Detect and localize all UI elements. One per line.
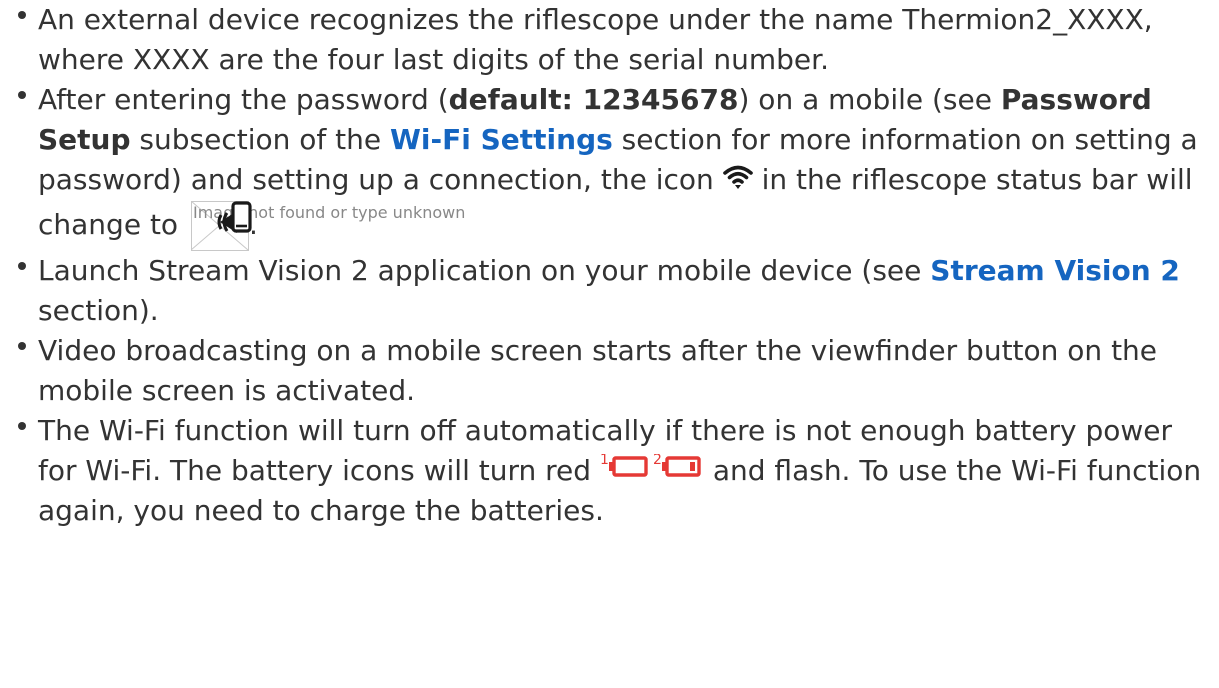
list-item: After entering the password (default: 12… (0, 80, 1219, 251)
instruction-list: An external device recognizes the rifles… (0, 0, 1219, 531)
default-password: default: 12345678 (448, 83, 739, 116)
broken-image-placeholder: Image not found or type unknown (190, 201, 465, 251)
item-text: Launch Stream Vision 2 application on yo… (38, 254, 931, 287)
item-text: Video broadcasting on a mobile screen st… (38, 334, 1158, 407)
battery-low-icon: 1 2 (600, 452, 704, 483)
wifi-icon (722, 161, 753, 201)
wifi-settings-link[interactable]: Wi-Fi Settings (390, 123, 613, 156)
item-text: An external device recognizes the rifles… (38, 3, 1153, 76)
item-text: section). (38, 294, 159, 327)
battery-1-label: 1 (600, 454, 609, 468)
list-item: Launch Stream Vision 2 application on yo… (0, 251, 1219, 331)
item-text: ) on a mobile (see (738, 83, 1001, 116)
phone-connected-icon (217, 201, 253, 254)
list-item: The Wi-Fi function will turn off automat… (0, 411, 1219, 531)
item-text: After entering the password ( (38, 83, 449, 116)
list-item: Video broadcasting on a mobile screen st… (0, 331, 1219, 411)
item-text: subsection of the (130, 123, 391, 156)
list-item: An external device recognizes the rifles… (0, 0, 1219, 80)
battery-2-label: 2 (653, 454, 662, 468)
stream-vision-link[interactable]: Stream Vision 2 (930, 254, 1180, 287)
